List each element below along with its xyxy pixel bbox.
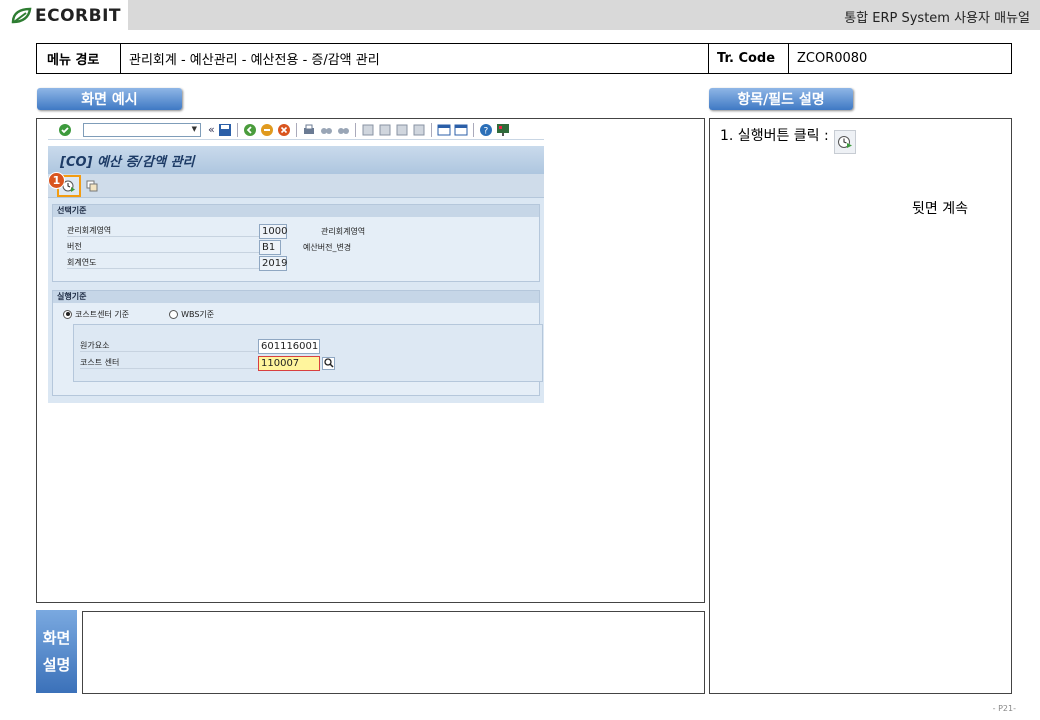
row-cost-center: 코스트 센터 110007 (80, 355, 335, 371)
field-description: 예산버전_변경 (303, 242, 352, 252)
last-page-icon[interactable] (412, 123, 426, 137)
multiple-selection-icon[interactable] (85, 179, 99, 193)
save-icon[interactable] (218, 123, 232, 137)
enter-check-icon[interactable] (58, 123, 72, 137)
tcode-label: Tr. Code (709, 44, 789, 73)
header-logo-area: ECORBIT (0, 0, 128, 30)
search-help-button[interactable] (322, 356, 335, 370)
menu-path-row: 메뉴 경로 관리회계 - 예산관리 - 예산전용 - 증/감액 관리 Tr. C… (36, 43, 1012, 74)
row-co-area: 관리회계영역 1000 관리회계영역 (67, 223, 365, 239)
cost-center-input[interactable]: 110007 (258, 355, 320, 371)
desc-label-line2: 설명 (42, 655, 71, 674)
collapse-icon[interactable]: « (208, 123, 215, 136)
row-cost-element: 원가요소 601116001 (80, 338, 320, 354)
first-page-icon[interactable] (361, 123, 375, 137)
field-description: 관리회계영역 (321, 226, 366, 236)
search-icon (323, 358, 334, 368)
manual-title: 통합 ERP System 사용자 매뉴얼 (844, 11, 1030, 26)
fiscal-year-input[interactable]: 2019 (259, 255, 287, 271)
screen-description-label: 화면 설명 (36, 610, 77, 693)
field-label: 원가요소 (80, 340, 258, 352)
toolbar-separator (430, 122, 432, 137)
co-area-input[interactable]: 1000 (259, 223, 287, 239)
radio-label: 코스트센터 기준 (75, 309, 130, 319)
page-number: - P21- (992, 704, 1016, 713)
field-description-tab: 항목/필드 설명 (709, 88, 853, 110)
radio-row: 코스트센터 기준 WBS기준 (63, 306, 214, 322)
step1-line: 1. 실행버튼 클릭 : (720, 125, 857, 155)
continued-note: 뒷면 계속 (912, 201, 968, 217)
desc-label-line1: 화면 (42, 628, 71, 647)
execute-button-highlight: 1 (48, 171, 81, 197)
find-next-icon[interactable] (336, 123, 350, 137)
field-label: 관리회계영역 (67, 225, 259, 237)
screen-example-box: « ? [CO] 예산 증/감액 관리 1 (36, 118, 705, 603)
find-icon[interactable] (319, 123, 333, 137)
ecorbit-logo: ECORBIT (10, 6, 121, 26)
shortcut-icon[interactable] (454, 123, 468, 137)
sap-screenshot: « ? [CO] 예산 증/감액 관리 1 (48, 120, 544, 403)
field-label: 회계연도 (67, 257, 259, 269)
svg-text:?: ? (483, 126, 488, 136)
execution-criteria-group: 실행기준 코스트센터 기준 WBS기준 원가요소 601116001 코스트 센… (52, 290, 543, 396)
step1-text: 1. 실행버튼 클릭 : (720, 128, 829, 144)
cost-element-input[interactable]: 601116001 (258, 338, 320, 354)
leaf-logo-icon (11, 7, 32, 24)
header-bar: 통합 ERP System 사용자 매뉴얼 (128, 0, 1040, 30)
next-page-icon[interactable] (395, 123, 409, 137)
row-fiscal-year: 회계연도 2019 (67, 255, 287, 271)
radio-label: WBS기준 (181, 309, 215, 319)
new-session-icon[interactable] (437, 123, 451, 137)
toolbar-separator (295, 122, 297, 137)
sap-standard-toolbar: « ? (48, 120, 544, 140)
radio-selected-icon (63, 309, 72, 319)
menu-path-label: 메뉴 경로 (37, 44, 121, 73)
version-input[interactable]: B1 (259, 239, 281, 255)
back-icon[interactable] (243, 123, 257, 137)
group-title: 실행기준 (53, 291, 539, 303)
field-label: 코스트 센터 (80, 357, 258, 369)
row-version: 버전 B1 예산버전_변경 (67, 239, 351, 255)
group-title: 선택기준 (53, 205, 539, 217)
radio-unselected-icon (169, 309, 179, 319)
menu-path-value: 관리회계 - 예산관리 - 예산전용 - 증/감액 관리 (121, 44, 709, 73)
radio-costcenter[interactable]: 코스트센터 기준 (63, 309, 129, 320)
print-icon[interactable] (302, 123, 316, 137)
execution-inner-group: 원가요소 601116001 코스트 센터 110007 (73, 324, 543, 382)
logo-text: ECORBIT (35, 6, 122, 26)
execute-clock-icon (833, 130, 856, 154)
execute-button-image (833, 129, 857, 155)
screen-example-tab: 화면 예시 (37, 88, 182, 110)
customize-layout-icon[interactable] (496, 123, 510, 137)
toolbar-separator (472, 122, 474, 137)
step-marker: 1 (48, 171, 65, 189)
sap-screen-title: [CO] 예산 증/감액 관리 (48, 146, 544, 174)
command-field[interactable] (83, 122, 201, 137)
field-description-box: 1. 실행버튼 클릭 : 뒷면 계속 (709, 118, 1012, 694)
previous-page-icon[interactable] (378, 123, 392, 137)
tcode-value: ZCOR0080 (797, 51, 868, 66)
toolbar-separator (354, 122, 356, 137)
toolbar-separator (236, 122, 238, 137)
radio-wbs[interactable]: WBS기준 (169, 309, 214, 320)
cancel-icon[interactable] (277, 123, 291, 137)
selection-criteria-group: 선택기준 관리회계영역 1000 관리회계영역 버전 B1 예산버전_변경 회계… (52, 204, 540, 282)
help-icon[interactable]: ? (479, 123, 493, 137)
screen-description-box (82, 611, 705, 694)
field-label: 버전 (67, 241, 259, 253)
exit-icon[interactable] (260, 123, 274, 137)
sap-application-toolbar: 1 (48, 171, 544, 198)
